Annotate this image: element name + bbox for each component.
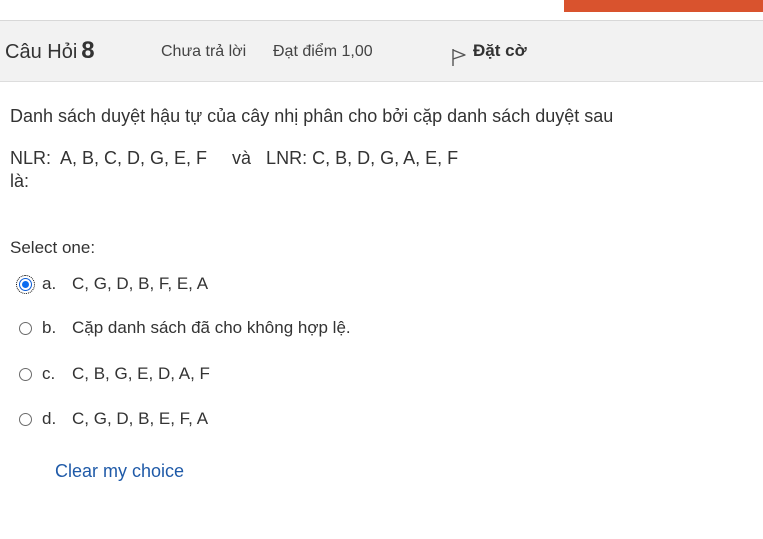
question-text-line2: NLR: A, B, C, D, G, E, F và LNR: C, B, D… [10,148,459,168]
question-text-line3: là: [10,171,30,191]
question-info-bar: Câu Hỏi 8 Chưa trả lời Đạt điểm 1,00 Đặt … [0,21,763,82]
flag-label: Đặt cờ [473,41,527,60]
answer-letter: a. [42,274,57,293]
radio-button-d[interactable] [19,412,32,426]
question-text-line1: Danh sách duyệt hậu tự của cây nhị phân … [10,106,614,126]
flag-question-button[interactable]: Đặt cờ [450,41,527,67]
answer-option-a[interactable]: a. C, G, D, B, F, E, A [16,274,209,294]
radio-button-b[interactable] [19,321,32,335]
answer-option-d[interactable]: d. C, G, D, B, E, F, A [17,409,208,429]
radio-button-a[interactable] [16,274,35,294]
quiz-page: Câu Hỏi 8 Chưa trả lời Đạt điểm 1,00 Đặt … [0,0,763,539]
select-one-prompt: Select one: [10,238,96,257]
top-action-button[interactable] [564,0,763,12]
answer-letter: d. [42,409,57,428]
flag-outline-icon [450,41,468,67]
answer-letter: c. [42,364,56,383]
answer-letter: b. [42,318,57,337]
question-grade: Đạt điểm 1,00 [273,43,373,60]
answer-text: C, G, D, B, E, F, A [72,409,209,428]
answer-option-c[interactable]: c. C, B, G, E, D, A, F [17,364,210,384]
answer-text: C, B, G, E, D, A, F [72,364,210,383]
question-state: Chưa trả lời [161,43,247,60]
question-title: Câu Hỏi 8 [5,37,95,65]
question-title-prefix: Câu Hỏi [5,41,78,63]
answer-text: C, G, D, B, F, E, A [72,274,209,293]
question-number: 8 [81,37,95,64]
clear-choice-link[interactable]: Clear my choice [55,461,184,482]
radio-button-c[interactable] [19,367,32,381]
answer-option-b[interactable]: b. Cặp danh sách đã cho không hợp lệ. [17,318,351,338]
answer-text: Cặp danh sách đã cho không hợp lệ. [72,318,351,337]
question-text: Danh sách duyệt hậu tự của cây nhị phân … [10,105,750,192]
